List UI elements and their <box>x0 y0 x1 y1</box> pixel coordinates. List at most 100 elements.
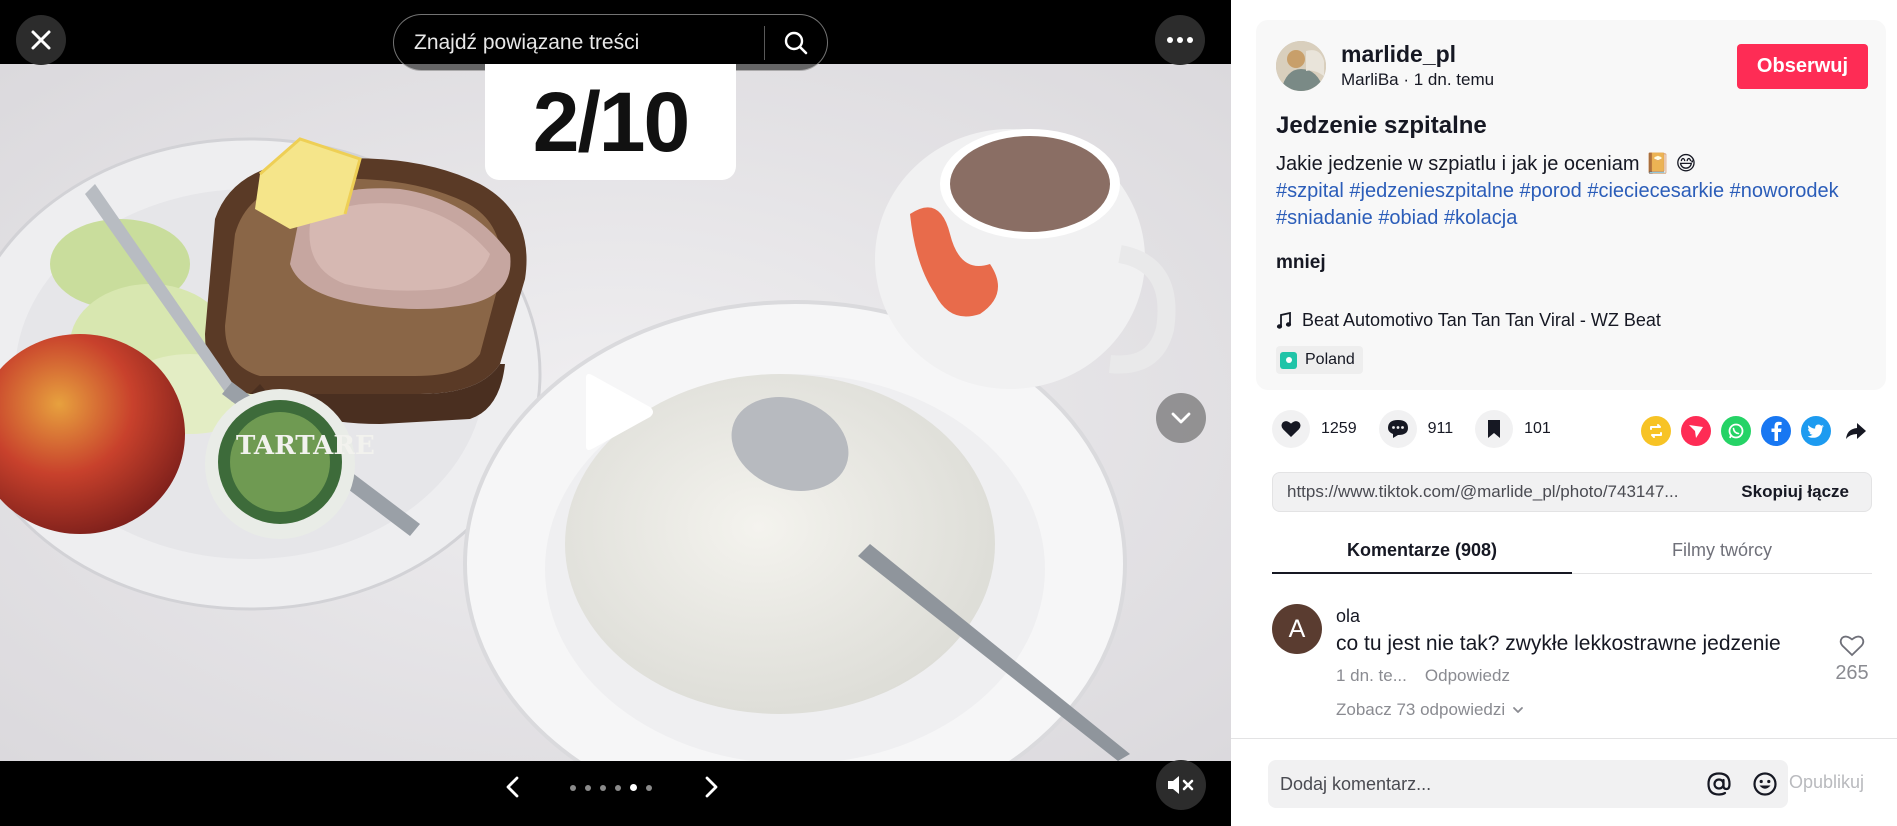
media-viewer: TARTARE Znajdź powiązane treści 2/10 <box>0 0 1231 826</box>
like-action[interactable]: 1259 <box>1272 410 1357 448</box>
location-tag[interactable]: Poland <box>1276 346 1363 374</box>
twitter-icon <box>1807 424 1824 438</box>
slide-indicator <box>570 784 652 791</box>
hashtag-link[interactable]: #sniadanie <box>1276 207 1373 229</box>
mention-button[interactable] <box>1696 761 1742 807</box>
close-icon <box>31 30 51 50</box>
emoji-button[interactable] <box>1742 761 1788 807</box>
post-comment-button[interactable]: Opublikuj <box>1789 772 1864 793</box>
related-search-bar <box>393 14 828 71</box>
mute-button[interactable] <box>1156 760 1206 810</box>
location-name: Poland <box>1305 351 1355 368</box>
slide-counter: 2/10 <box>485 64 736 180</box>
close-button[interactable] <box>16 15 66 65</box>
music-title: Beat Automotivo Tan Tan Tan Viral - WZ B… <box>1302 310 1661 330</box>
commenter-username[interactable]: ola <box>1336 606 1360 627</box>
post-title: Jedzenie szpitalne <box>1276 112 1487 139</box>
facebook-button[interactable] <box>1761 416 1791 446</box>
like-button[interactable] <box>1272 410 1310 448</box>
slide-dot[interactable] <box>600 784 606 791</box>
show-less-link[interactable]: mniej <box>1276 252 1326 274</box>
hashtag-link[interactable]: #kolacja <box>1444 207 1517 229</box>
hashtag-link[interactable]: #obiad <box>1378 207 1438 229</box>
facebook-icon <box>1771 421 1782 441</box>
location-pin-icon <box>1280 351 1297 369</box>
tab-creator-videos[interactable]: Filmy twórcy <box>1572 528 1872 573</box>
music-note-icon <box>1276 311 1292 329</box>
share-link-url[interactable]: https://www.tiktok.com/@marlide_pl/photo… <box>1273 482 1719 502</box>
send-icon <box>1689 425 1703 438</box>
author-display-name[interactable]: MarliBa <box>1341 70 1399 89</box>
related-search-input[interactable] <box>394 15 764 70</box>
comment-input-wrap <box>1268 760 1788 808</box>
more-options-button[interactable] <box>1155 15 1205 65</box>
author-avatar[interactable] <box>1276 41 1326 91</box>
whatsapp-icon <box>1728 423 1744 439</box>
slide-dot[interactable] <box>585 784 591 791</box>
svg-text:TARTARE: TARTARE <box>236 431 375 461</box>
slide-dot[interactable] <box>615 784 621 791</box>
commenter-avatar[interactable]: A <box>1272 604 1322 654</box>
heart-icon <box>1281 421 1301 437</box>
panel-tabs: Komentarze (908) Filmy twórcy <box>1272 528 1872 574</box>
author-username[interactable]: marlide_pl <box>1341 41 1456 68</box>
add-comment-bar: Opublikuj <box>1231 738 1897 826</box>
copy-link-button[interactable]: Skopiuj łącze <box>1719 482 1871 502</box>
comment-action[interactable]: 911 <box>1378 410 1454 448</box>
post-time: 1 dn. temu <box>1413 70 1495 89</box>
search-button[interactable] <box>765 15 827 70</box>
more-dot-icon <box>1177 37 1183 43</box>
like-count: 1259 <box>1321 420 1357 437</box>
tab-comments[interactable]: Komentarze (908) <box>1272 528 1572 574</box>
share-arrow-icon <box>1846 423 1866 439</box>
send-button[interactable] <box>1681 416 1711 446</box>
view-replies-label: Zobacz 73 odpowiedzi <box>1336 700 1506 719</box>
chevron-down-icon <box>1171 412 1191 424</box>
repost-button[interactable] <box>1641 416 1671 446</box>
slide-dot[interactable] <box>570 784 576 791</box>
view-replies-button[interactable]: Zobacz 73 odpowiedzi <box>1336 700 1525 720</box>
slide-dot[interactable] <box>646 784 652 791</box>
comment-bubble-icon <box>1387 420 1408 438</box>
chevron-right-icon <box>705 776 718 798</box>
slide-dot[interactable] <box>630 784 637 791</box>
hashtag-list: #szpital #jedzenieszpitalne #porod #ciec… <box>1276 180 1839 229</box>
scroll-down-button[interactable] <box>1156 393 1206 443</box>
hashtag-link[interactable]: #porod <box>1520 180 1582 202</box>
comment-input[interactable] <box>1268 773 1696 795</box>
reply-button[interactable]: Odpowiedz <box>1425 666 1510 686</box>
post-info-card: marlide_pl MarliBa · 1 dn. temu Obserwuj… <box>1256 20 1886 390</box>
hashtag-link[interactable]: #noworodek <box>1730 180 1839 202</box>
music-link[interactable]: Beat Automotivo Tan Tan Tan Viral - WZ B… <box>1276 310 1661 331</box>
comment-text: co tu jest nie tak? zwykłe lekkostrawne … <box>1336 632 1781 655</box>
share-link-box: https://www.tiktok.com/@marlide_pl/photo… <box>1272 472 1872 512</box>
hashtag-link[interactable]: #cieciecesarkie <box>1587 180 1724 202</box>
previous-slide-button[interactable] <box>498 772 528 802</box>
hashtag-link[interactable]: #szpital <box>1276 180 1344 202</box>
save-action[interactable]: 101 <box>1475 410 1551 448</box>
save-count: 101 <box>1524 420 1551 437</box>
play-icon <box>586 374 653 450</box>
follow-button[interactable]: Obserwuj <box>1737 44 1868 89</box>
comment-like-count: 265 <box>1835 662 1869 684</box>
heart-outline-icon <box>1839 635 1865 657</box>
save-button[interactable] <box>1475 410 1514 448</box>
comment-button[interactable] <box>1378 410 1417 448</box>
twitter-button[interactable] <box>1801 416 1831 446</box>
more-dot-icon <box>1187 37 1193 43</box>
viewer-bottom-bar <box>0 761 1231 826</box>
hashtag-link[interactable]: #jedzenieszpitalne <box>1349 180 1514 202</box>
comment-count: 911 <box>1427 420 1454 437</box>
play-button[interactable] <box>578 372 658 452</box>
comment-like-button[interactable]: 265 <box>1832 634 1872 685</box>
details-panel: marlide_pl MarliBa · 1 dn. temu Obserwuj… <box>1231 0 1897 826</box>
engagement-actions: 1259 911 101 <box>1272 410 1551 448</box>
next-slide-button[interactable] <box>696 772 726 802</box>
emoji-icon <box>1753 772 1777 796</box>
chevron-down-icon <box>1513 707 1524 713</box>
at-sign-icon <box>1707 772 1731 796</box>
more-share-button[interactable] <box>1841 416 1871 446</box>
repost-icon <box>1650 424 1662 438</box>
more-dot-icon <box>1167 37 1173 43</box>
whatsapp-button[interactable] <box>1721 416 1751 446</box>
